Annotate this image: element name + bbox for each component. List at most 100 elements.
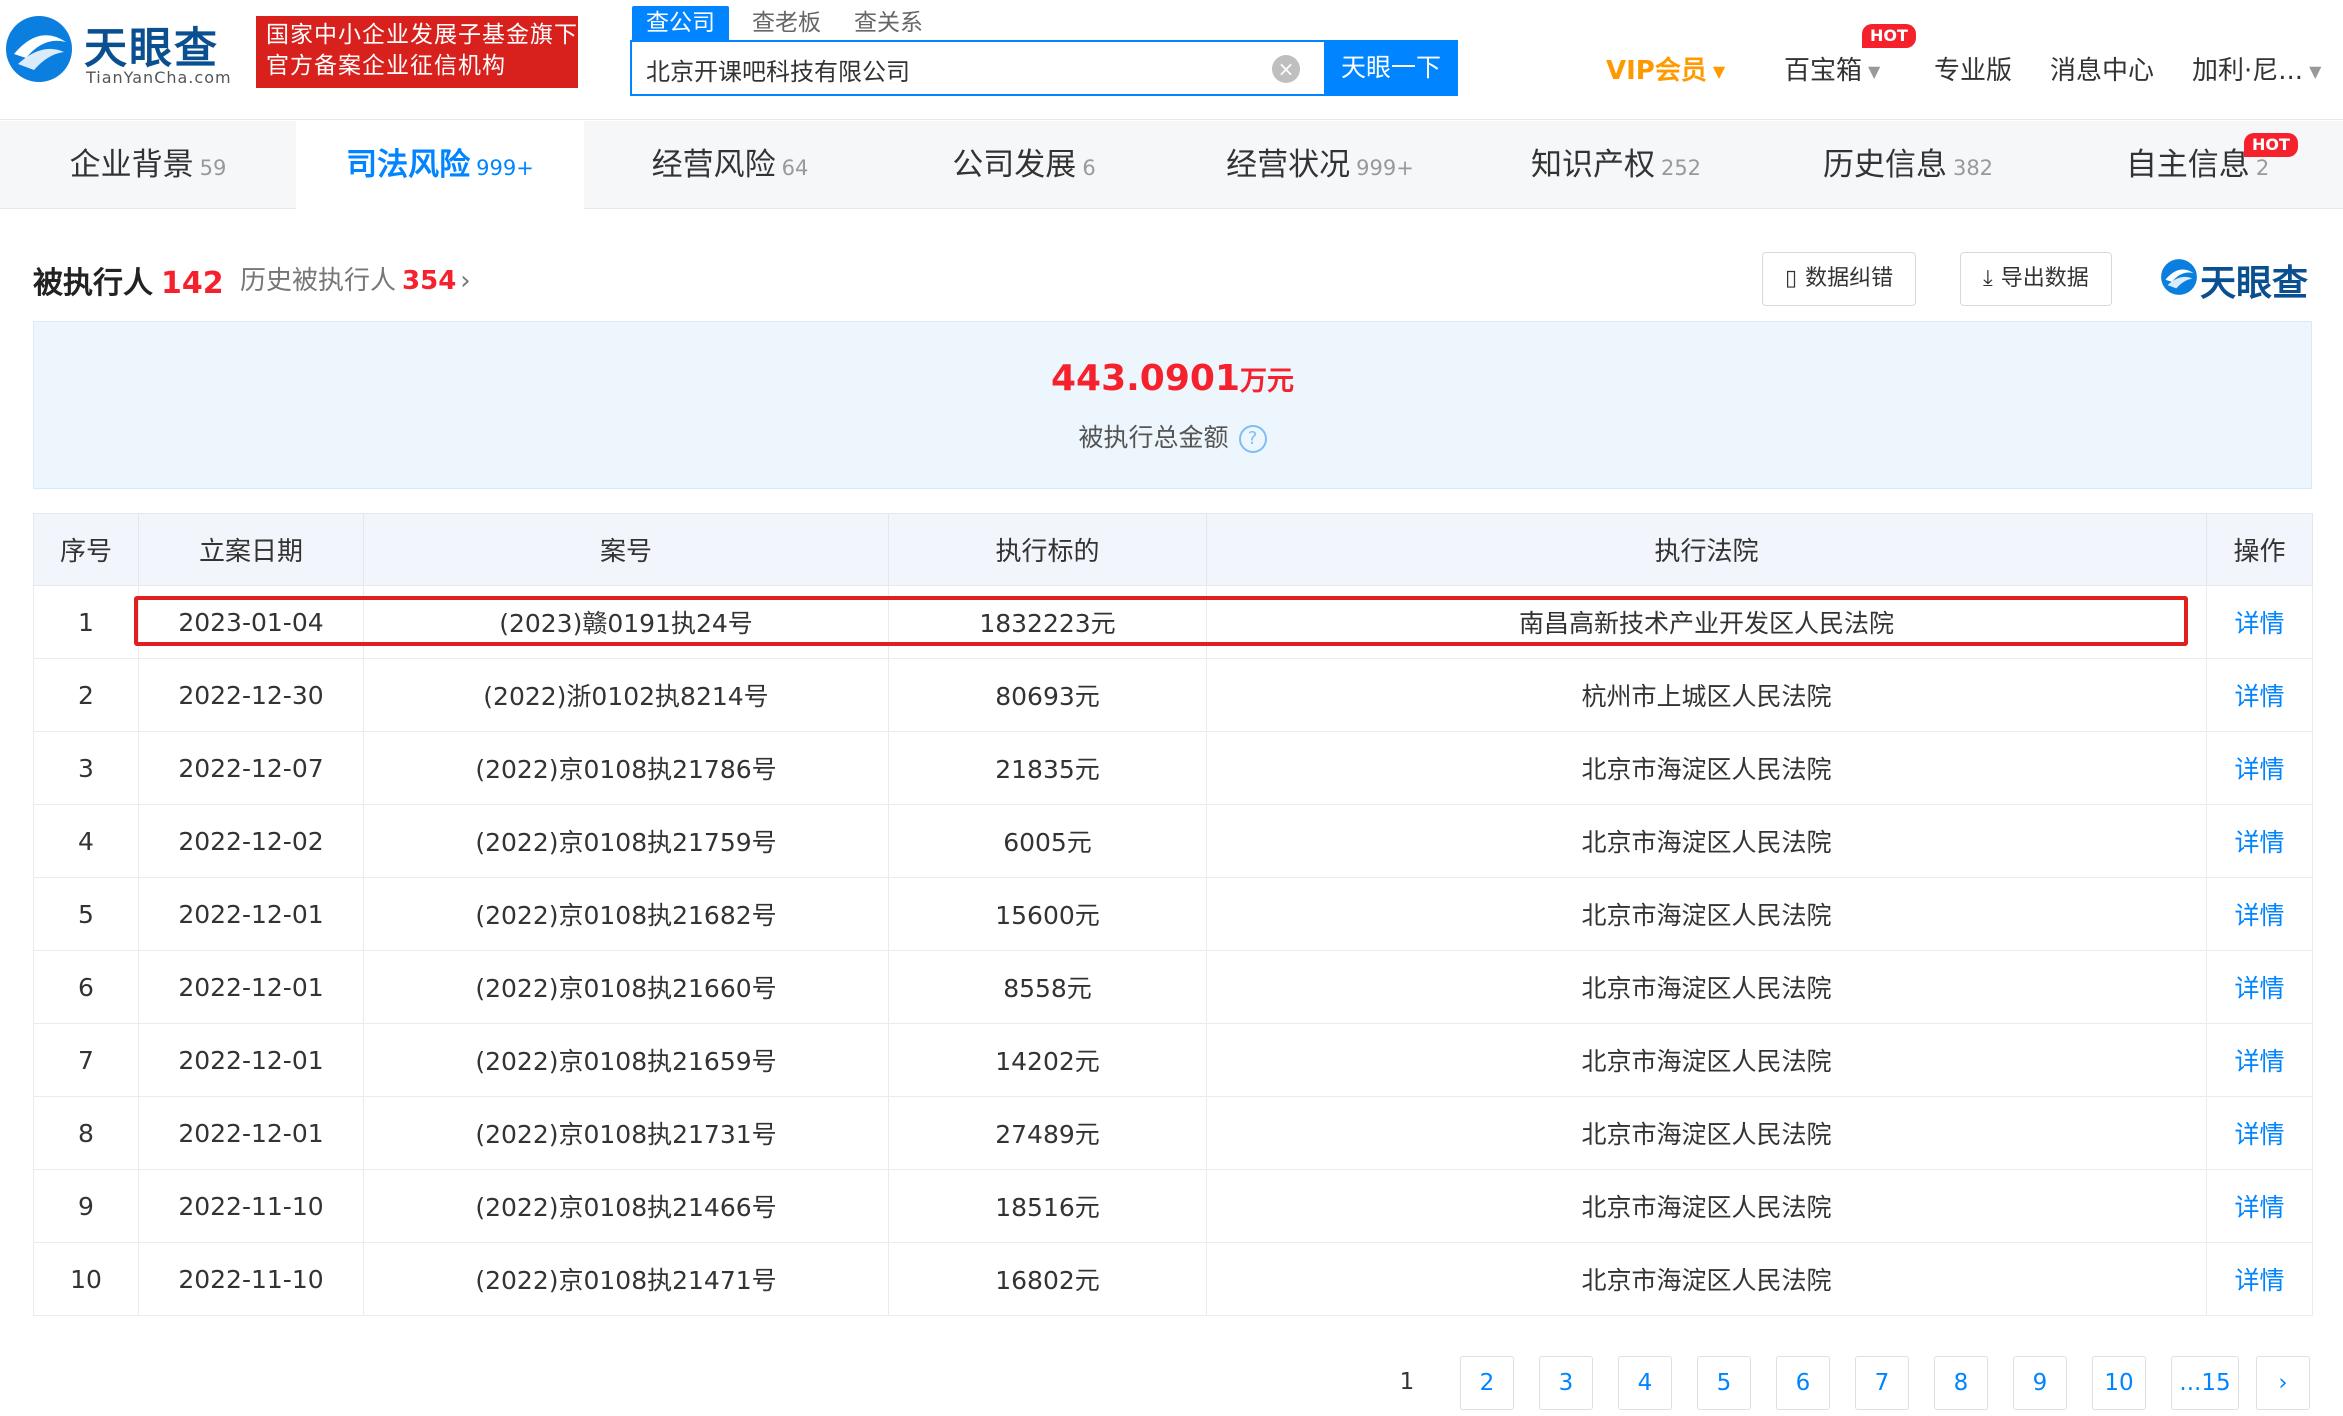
cell-index: 10	[33, 1242, 139, 1316]
vip-label: VIP会员	[1606, 56, 1707, 86]
next-page-icon[interactable]: ›	[2256, 1356, 2310, 1410]
page-9[interactable]: 9	[2013, 1356, 2067, 1410]
help-icon[interactable]: ?	[1238, 425, 1267, 453]
history-label: 历史被执行人	[240, 266, 397, 296]
tab-count: 64	[781, 156, 809, 180]
cell-date: 2023-01-04	[138, 585, 364, 659]
tab-history-info[interactable]: 历史信息 382	[1764, 121, 2052, 209]
table-header-row: 序号 立案日期 案号 执行标的 执行法院 操作	[33, 513, 2313, 586]
detail-link[interactable]: 详情	[2206, 585, 2313, 659]
user-menu[interactable]: 加利·尼... ▼	[2192, 50, 2321, 87]
page-6[interactable]: 6	[1776, 1356, 1830, 1410]
cell-date: 2022-12-01	[138, 1096, 364, 1170]
detail-link[interactable]: 详情	[2206, 1242, 2313, 1316]
user-name: 加利·尼...	[2192, 56, 2304, 86]
page-3[interactable]: 3	[1539, 1356, 1593, 1410]
history-count: 354	[402, 266, 457, 296]
cell-case-number: (2023)赣0191执24号	[363, 585, 889, 659]
table-row: 1 2023-01-04 (2023)赣0191执24号 1832223元 南昌高新技术…	[33, 585, 2313, 659]
message-center-link[interactable]: 消息中心	[2050, 50, 2154, 87]
page-4[interactable]: 4	[1618, 1356, 1672, 1410]
tab-search-boss[interactable]: 查老板	[752, 6, 821, 40]
tab-search-company[interactable]: 查公司	[632, 6, 729, 40]
table-row: 5 2022-12-01 (2022)京0108执21682号 15600元 北京市海淀…	[33, 877, 2313, 951]
tab-count: 59	[199, 156, 227, 180]
cell-amount: 15600元	[888, 877, 1207, 951]
page-5[interactable]: 5	[1697, 1356, 1751, 1410]
detail-link[interactable]: 详情	[2206, 804, 2313, 878]
cell-index: 2	[33, 658, 139, 732]
clear-icon[interactable]: ×	[1272, 55, 1300, 83]
tab-operating-risk[interactable]: 经营风险 64	[584, 121, 876, 209]
treasure-label: 百宝箱	[1784, 56, 1863, 86]
hot-badge: HOT	[2244, 133, 2298, 157]
treasure-menu[interactable]: 百宝箱 ▼	[1784, 50, 1880, 87]
cell-case-number: (2022)京0108执21786号	[363, 731, 889, 805]
cell-amount: 14202元	[888, 1023, 1207, 1097]
cell-amount: 80693元	[888, 658, 1207, 732]
caret-down-icon: ▼	[1868, 62, 1881, 81]
tianyancha-logo[interactable]: 天眼查 TianYanCha.com	[4, 10, 239, 88]
search-button[interactable]: 天眼一下	[1324, 40, 1458, 96]
tab-label: 经营风险	[651, 147, 776, 183]
export-data-button[interactable]: ⤓ 导出数据	[1960, 252, 2112, 306]
caret-down-icon: ▼	[2309, 62, 2322, 81]
tab-self-info[interactable]: 自主信息 2	[2052, 121, 2343, 209]
cell-date: 2022-12-01	[138, 950, 364, 1024]
tab-company-development[interactable]: 公司发展 6	[876, 121, 1172, 209]
tab-operating-status[interactable]: 经营状况 999+	[1172, 121, 1468, 209]
vip-menu[interactable]: VIP会员 ▼	[1606, 50, 1725, 87]
cell-amount: 6005元	[888, 804, 1207, 878]
tab-count: 999+	[1356, 156, 1414, 180]
page-8[interactable]: 8	[1934, 1356, 1988, 1410]
detail-link[interactable]: 详情	[2206, 731, 2313, 805]
pro-version-link[interactable]: 专业版	[1934, 50, 2012, 87]
page-1[interactable]: 1	[1380, 1356, 1434, 1410]
page-2[interactable]: 2	[1460, 1356, 1514, 1410]
detail-link[interactable]: 详情	[2206, 1096, 2313, 1170]
tab-count: 2	[2255, 156, 2270, 180]
col-header-action: 操作	[2206, 513, 2313, 586]
tab-intellectual-property[interactable]: 知识产权 252	[1468, 121, 1764, 209]
brand-text: 天眼查	[2200, 263, 2309, 304]
table-row: 7 2022-12-01 (2022)京0108执21659号 14202元 北京市海淀…	[33, 1023, 2313, 1097]
cell-amount: 1832223元	[888, 585, 1207, 659]
page-last[interactable]: ...15	[2171, 1356, 2239, 1410]
tab-label: 知识产权	[1530, 147, 1655, 183]
page-10[interactable]: 10	[2092, 1356, 2146, 1410]
tab-count: 382	[1952, 156, 1994, 180]
detail-link[interactable]: 详情	[2206, 950, 2313, 1024]
total-amount-summary: 443.0901万元 被执行总金额?	[33, 321, 2312, 489]
cell-case-number: (2022)京0108执21471号	[363, 1242, 889, 1316]
cell-case-number: (2022)京0108执21660号	[363, 950, 889, 1024]
data-correction-button[interactable]: ▯ 数据纠错	[1762, 252, 1917, 306]
history-executed-link[interactable]: 历史被执行人 354 ›	[240, 260, 471, 297]
tab-label: 自主信息	[2125, 147, 2250, 183]
cell-court: 杭州市上城区人民法院	[1206, 658, 2207, 732]
cell-date: 2022-12-01	[138, 1023, 364, 1097]
detail-link[interactable]: 详情	[2206, 1169, 2313, 1243]
cell-case-number: (2022)京0108执21731号	[363, 1096, 889, 1170]
cell-index: 8	[33, 1096, 139, 1170]
page-7[interactable]: 7	[1855, 1356, 1909, 1410]
detail-link[interactable]: 详情	[2206, 658, 2313, 732]
col-header-amount: 执行标的	[888, 513, 1207, 586]
total-amount: 443.0901万元	[34, 358, 2311, 399]
data-correction-label: 数据纠错	[1805, 266, 1894, 291]
hot-badge: HOT	[1862, 24, 1916, 48]
top-header: 天眼查 TianYanCha.com 国家中小企业发展子基金旗下 官方备案企业征…	[0, 0, 2343, 120]
tab-count: 999+	[476, 156, 534, 180]
cell-court: 南昌高新技术产业开发区人民法院	[1206, 585, 2207, 659]
cell-court: 北京市海淀区人民法院	[1206, 804, 2207, 878]
tab-search-relation[interactable]: 查关系	[854, 6, 923, 40]
cell-index: 5	[33, 877, 139, 951]
executed-person-table: 序号 立案日期 案号 执行标的 执行法院 操作 1 2023-01-04 (2023…	[33, 513, 2313, 1316]
tab-judicial-risk[interactable]: 司法风险 999+	[296, 121, 584, 209]
detail-link[interactable]: 详情	[2206, 1023, 2313, 1097]
cell-court: 北京市海淀区人民法院	[1206, 950, 2207, 1024]
section-count: 142	[161, 266, 224, 301]
search-input[interactable]	[646, 50, 1266, 88]
badge-line-2: 官方备案企业征信机构	[266, 53, 506, 79]
tab-company-background[interactable]: 企业背景 59	[0, 121, 296, 209]
detail-link[interactable]: 详情	[2206, 877, 2313, 951]
